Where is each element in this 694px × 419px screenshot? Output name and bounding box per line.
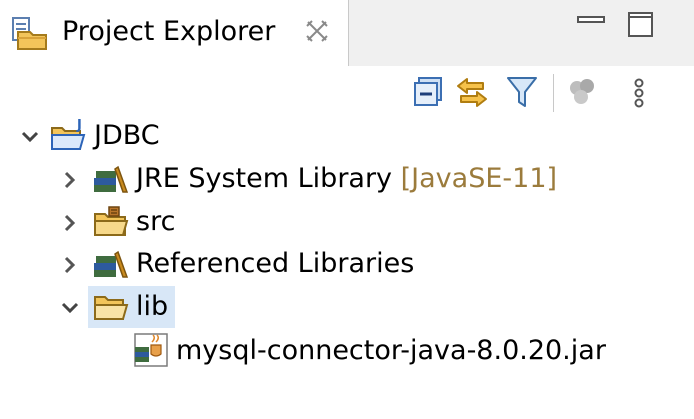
library-icon xyxy=(92,246,130,282)
tree-item-label: JDBC xyxy=(94,120,160,151)
toolbar-separator xyxy=(553,74,554,112)
tree-item-label: lib xyxy=(136,291,169,322)
tree-item-label: Referenced Libraries xyxy=(136,248,415,279)
tree-item-decoration: [JavaSE-11] xyxy=(400,163,558,194)
jar-icon xyxy=(132,332,170,368)
link-with-editor-icon[interactable] xyxy=(455,74,489,110)
collapse-all-icon[interactable] xyxy=(412,74,446,110)
tab-project-explorer[interactable]: Project Explorer xyxy=(0,0,349,66)
library-icon xyxy=(92,161,130,197)
tree-item-referenced-libraries[interactable]: Referenced Libraries xyxy=(0,244,694,284)
view-title: Project Explorer xyxy=(62,16,276,47)
working-set-icon[interactable] xyxy=(565,74,599,110)
tree-item-jre-system-library[interactable]: JRE System Library [JavaSE-11] xyxy=(0,159,694,199)
chevron-down-icon[interactable] xyxy=(58,296,82,320)
tree-item-src[interactable]: src xyxy=(0,202,694,242)
java-project-icon: J xyxy=(50,116,88,152)
tree-item-mysql-connector-jar[interactable]: mysql-connector-java-8.0.20.jar xyxy=(0,331,694,371)
tree-item-label: JRE System Library [JavaSE-11] xyxy=(136,163,558,194)
tree-item-label: mysql-connector-java-8.0.20.jar xyxy=(176,335,606,366)
close-icon[interactable] xyxy=(304,18,330,44)
chevron-right-icon[interactable] xyxy=(58,168,82,192)
folder-icon xyxy=(92,289,130,325)
svg-text:J: J xyxy=(76,118,82,133)
chevron-right-icon[interactable] xyxy=(58,211,82,235)
tree-item-jdbc[interactable]: J JDBC xyxy=(0,116,694,156)
tree-item-label: src xyxy=(136,206,176,237)
filter-icon[interactable] xyxy=(505,74,539,110)
chevron-down-icon[interactable] xyxy=(18,125,42,149)
minimize-icon[interactable] xyxy=(576,10,606,30)
project-explorer-icon xyxy=(10,16,50,52)
view-menu-icon[interactable] xyxy=(622,74,656,110)
maximize-icon[interactable] xyxy=(626,10,656,40)
source-folder-icon xyxy=(92,204,130,240)
chevron-right-icon[interactable] xyxy=(58,253,82,277)
tree-item-lib[interactable]: lib xyxy=(0,287,694,327)
